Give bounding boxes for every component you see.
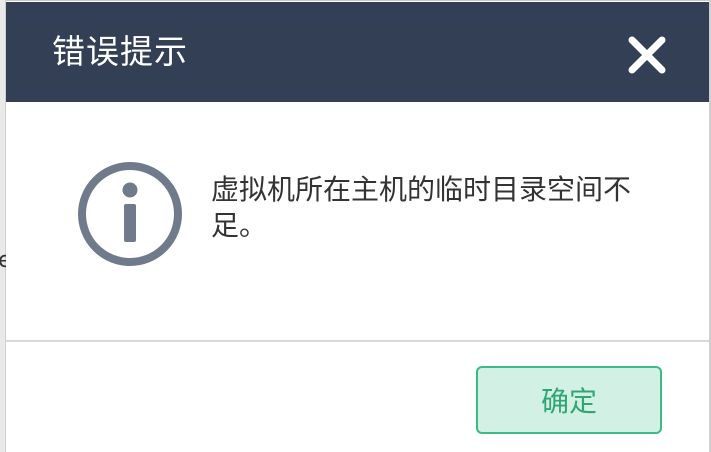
confirm-button[interactable]: 确定	[476, 366, 662, 434]
close-icon	[628, 36, 666, 74]
dialog-body: 虚拟机所在主机的临时目录空间不足。	[6, 102, 711, 340]
error-dialog: 错误提示 虚拟机所在主机的临时目录空间不足。 确定	[6, 2, 711, 452]
screen: e 错误提示 虚拟机所在主机的临时目录空间不足。 确定	[0, 0, 711, 452]
window-top-edge	[0, 0, 711, 1]
error-message: 虚拟机所在主机的临时目录空间不足。	[211, 173, 632, 242]
dialog-title: 错误提示	[52, 32, 188, 71]
close-button[interactable]	[624, 32, 670, 78]
dialog-header: 错误提示	[6, 2, 711, 102]
info-circle-icon	[78, 162, 182, 266]
dialog-footer: 确定	[6, 342, 711, 452]
